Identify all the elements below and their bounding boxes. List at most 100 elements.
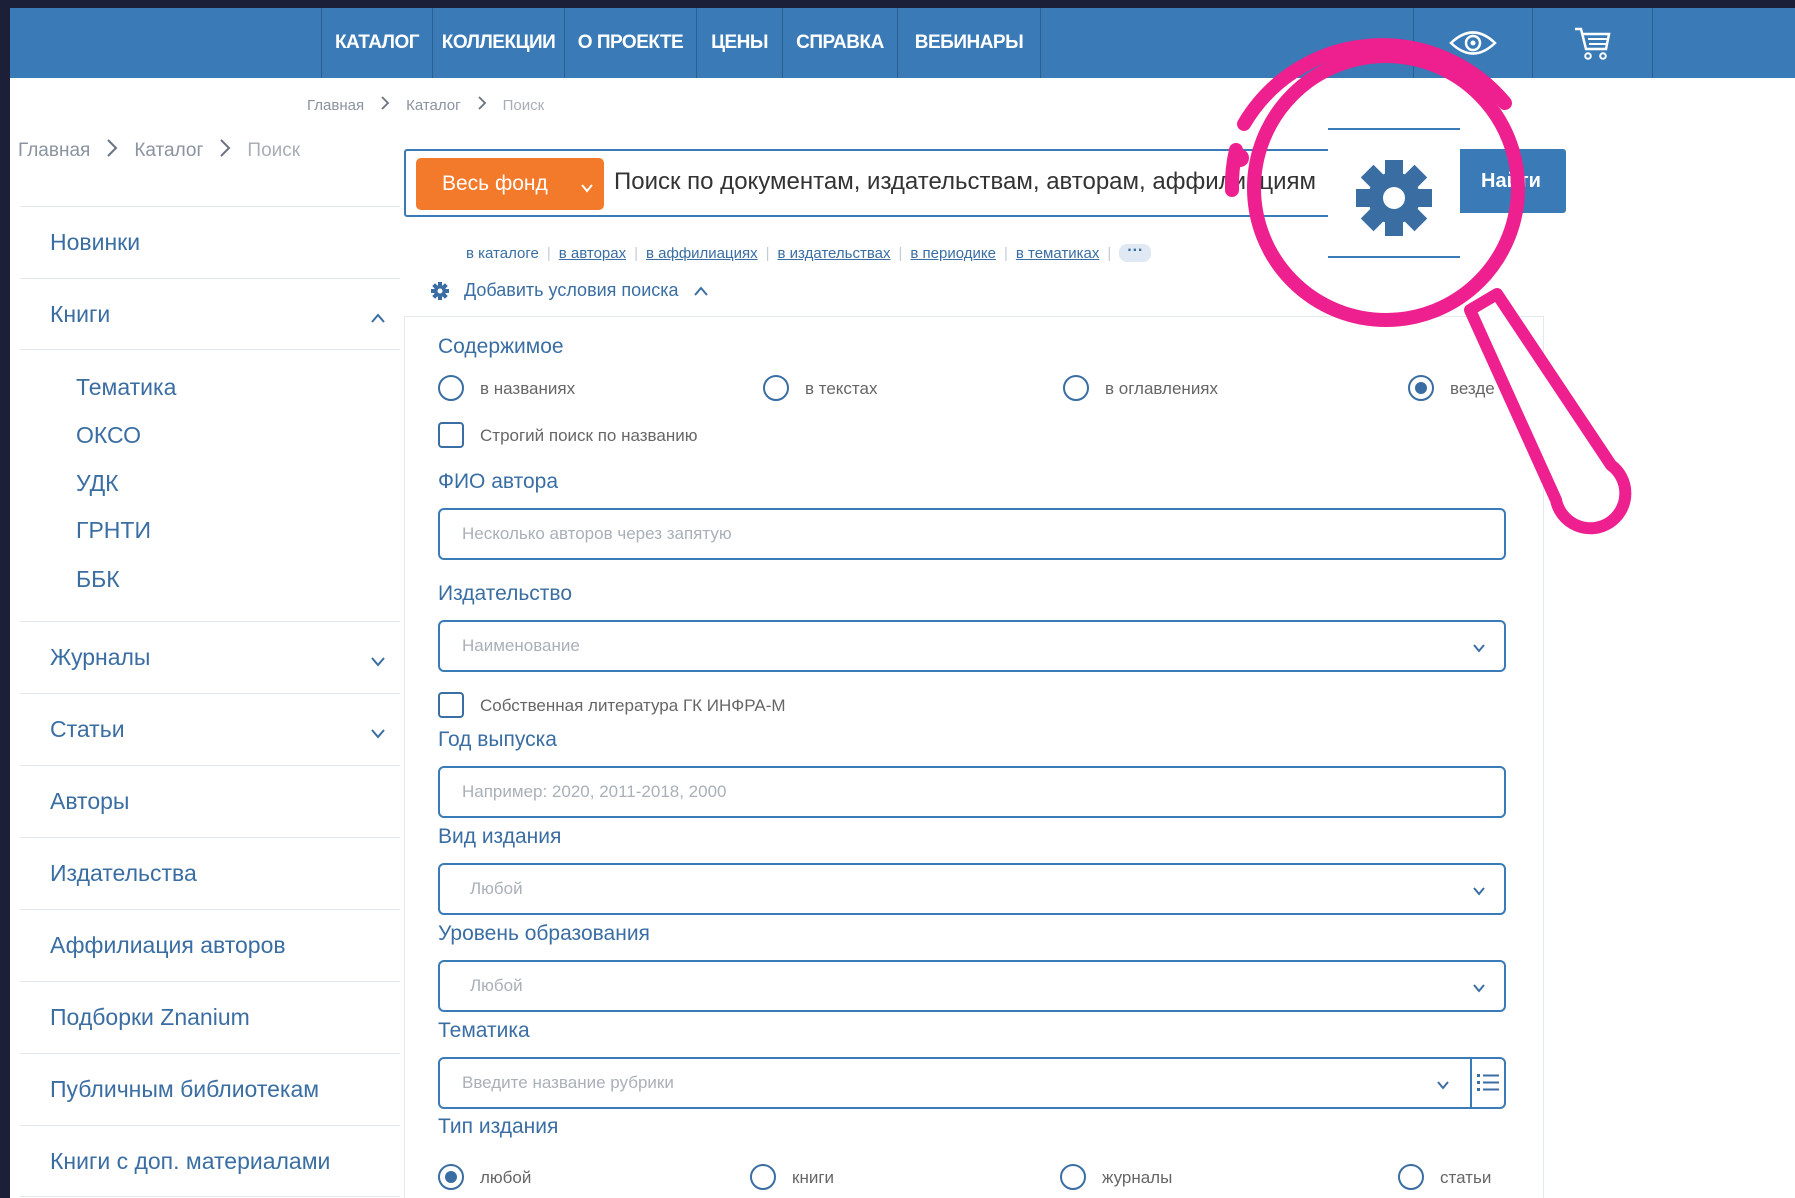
sidebar-item-public-libraries[interactable]: Публичным библиотекам (20, 1053, 400, 1125)
scope-more-button[interactable]: ··· (1119, 243, 1152, 262)
sidebar-item-affiliation[interactable]: Аффилиация авторов (20, 909, 400, 981)
topic-list-icon[interactable] (1470, 1059, 1504, 1107)
radio-in-toc[interactable] (1063, 375, 1089, 401)
radio-type-any[interactable] (438, 1164, 464, 1190)
chevron-right-icon (380, 96, 390, 114)
sidebar-item-label: Книги (50, 300, 111, 327)
divider: | (765, 244, 770, 262)
nav-catalog[interactable]: КАТАЛОГ (321, 8, 433, 78)
radio-type-any-label: любой (480, 1168, 532, 1187)
radio-type-books[interactable] (750, 1164, 776, 1190)
radio-type-books-label: книги (792, 1168, 835, 1187)
publisher-select[interactable]: Наименование (438, 620, 1506, 672)
radio-type-journals[interactable] (1060, 1164, 1086, 1190)
strict-search-label: Строгий поиск по названию (480, 426, 698, 445)
breadcrumb-home[interactable]: Главная (307, 97, 364, 114)
radio-everywhere-label: везде (1450, 379, 1495, 398)
breadcrumb-current: Поиск (247, 140, 301, 161)
sidebar-item-articles[interactable]: Статьи (20, 693, 400, 765)
topic-select[interactable]: Введите название рубрики (438, 1057, 1506, 1109)
edition-type-select[interactable]: Любой (438, 863, 1506, 915)
nav-about[interactable]: О ПРОЕКТЕ (565, 8, 697, 78)
sidebar-item-label: Авторы (50, 788, 130, 814)
chevron-up-icon (370, 303, 386, 330)
chevron-right-icon (477, 96, 487, 114)
scope-publishers[interactable]: в издательствах (778, 245, 891, 262)
chevron-down-icon (1472, 640, 1486, 658)
nav-prices[interactable]: ЦЕНЫ (697, 8, 783, 78)
find-button[interactable]: Найти (1456, 149, 1566, 213)
sidebar-item-extra-materials[interactable]: Книги с доп. материалами (20, 1125, 400, 1197)
sidebar-subitem-grnti[interactable]: ГРНТИ (76, 517, 151, 544)
publication-type-label: Тип издания (438, 1115, 559, 1138)
breadcrumb-catalog[interactable]: Каталог (134, 140, 203, 162)
year-input[interactable]: Например: 2020, 2011-2018, 2000 (438, 766, 1506, 818)
fund-select-label: Весь фонд (442, 172, 548, 195)
breadcrumb-side: Главная Каталог Поиск (18, 139, 300, 163)
education-level-select[interactable]: Любой (438, 960, 1506, 1012)
sidebar-subitem-topics[interactable]: Тематика (76, 374, 176, 401)
gear-icon (1356, 160, 1432, 236)
add-conditions-toggle[interactable]: Добавить условия поиска (430, 280, 709, 301)
strict-search-checkbox[interactable] (438, 422, 464, 448)
scope-topics[interactable]: в тематиках (1016, 245, 1100, 262)
scope-periodicals[interactable]: в периодике (910, 245, 996, 262)
sidebar-item-label: Публичным библиотекам (50, 1076, 320, 1102)
eye-icon[interactable] (1413, 8, 1533, 78)
radio-everywhere[interactable] (1408, 375, 1434, 401)
sidebar-item-label: Журналы (50, 644, 151, 670)
chevron-down-icon (580, 175, 594, 199)
nav-webinars[interactable]: ВЕБИНАРЫ (898, 8, 1041, 78)
radio-in-titles[interactable] (438, 375, 464, 401)
breadcrumb-current: Поиск (502, 96, 545, 114)
sidebar-subitem-okso[interactable]: ОКСО (76, 422, 141, 449)
radio-in-toc-label: в оглавлениях (1105, 379, 1219, 398)
scope-authors[interactable]: в авторах (559, 245, 626, 262)
radio-in-texts-label: в текстах (805, 379, 878, 398)
chevron-up-icon (693, 285, 708, 296)
topic-placeholder: Введите название рубрики (462, 1073, 674, 1092)
own-literature-label: Собственная литература ГК ИНФРА-М (480, 696, 786, 715)
sidebar-item-books[interactable]: Книги (20, 278, 400, 350)
add-conditions-label: Добавить условия поиска (464, 280, 679, 300)
scope-catalog[interactable]: в каталоге (466, 245, 539, 262)
education-level-value: Любой (470, 976, 523, 995)
sidebar-item-publishers[interactable]: Издательства (20, 837, 400, 909)
author-input[interactable]: Несколько авторов через запятую (438, 508, 1506, 560)
nav-collections[interactable]: КОЛЛЕКЦИИ (433, 8, 565, 78)
search-input[interactable]: Поиск по документам, издательствам, авто… (614, 168, 1316, 196)
search-scope-links: в каталоге | в авторах | в аффилиациях |… (466, 243, 1152, 262)
nav-help[interactable]: СПРАВКА (783, 8, 898, 78)
radio-in-texts[interactable] (763, 375, 789, 401)
sidebar-item-journals[interactable]: Журналы (20, 621, 400, 693)
breadcrumb-catalog[interactable]: Каталог (406, 97, 461, 114)
edition-type-label: Вид издания (438, 825, 562, 848)
sidebar-subitem-bbk[interactable]: ББК (76, 566, 120, 593)
divider: | (634, 244, 639, 262)
sidebar-item-label: Подборки Znanium (50, 1004, 250, 1030)
chevron-right-icon (219, 139, 231, 163)
radio-type-articles[interactable] (1398, 1164, 1424, 1190)
own-literature-checkbox[interactable] (438, 692, 464, 718)
sidebar-item-new[interactable]: Новинки (20, 206, 400, 278)
divider: | (1107, 244, 1112, 262)
sidebar-item-authors[interactable]: Авторы (20, 765, 400, 837)
radio-in-titles-label: в названиях (480, 379, 576, 398)
topic-label: Тематика (438, 1019, 530, 1042)
sidebar-item-collections[interactable]: Подборки Znanium (20, 981, 400, 1053)
year-placeholder: Например: 2020, 2011-2018, 2000 (462, 782, 727, 801)
breadcrumb-home[interactable]: Главная (18, 140, 90, 162)
publisher-placeholder: Наименование (462, 636, 580, 655)
advanced-settings-button[interactable] (1328, 128, 1460, 258)
chevron-right-icon (106, 139, 118, 163)
chevron-down-icon (1472, 980, 1486, 998)
scope-affiliations[interactable]: в аффилиациях (646, 245, 758, 262)
divider: | (898, 244, 903, 262)
content-label: Содержимое (438, 335, 564, 358)
sidebar-item-label: Статьи (50, 716, 125, 742)
sidebar-subitem-udk[interactable]: УДК (76, 470, 119, 497)
fund-select-button[interactable]: Весь фонд (416, 158, 604, 210)
edition-type-value: Любой (470, 879, 523, 898)
cart-icon[interactable] (1533, 8, 1653, 78)
